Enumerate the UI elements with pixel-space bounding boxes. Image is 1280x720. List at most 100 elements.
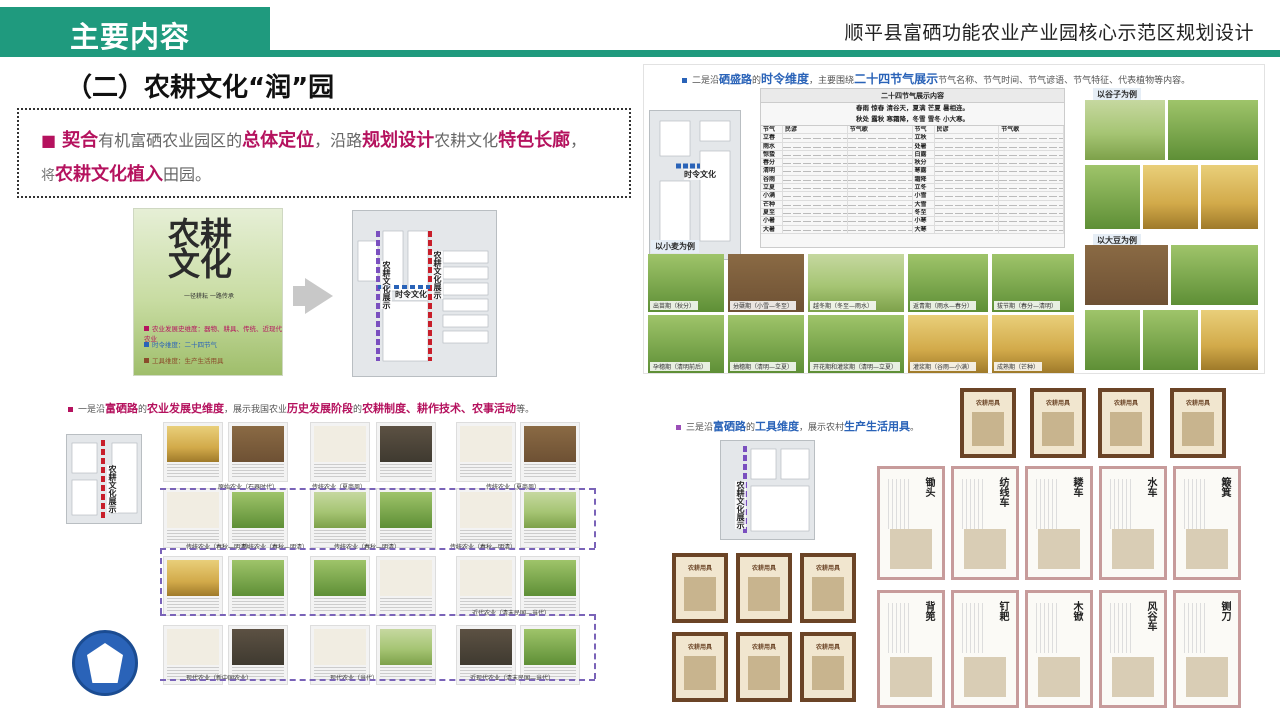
intro-text: 将 [41, 168, 55, 184]
tool-image [972, 412, 1004, 446]
table-row: 清明 [761, 167, 913, 176]
tool-frame-title: 农耕用具 [687, 644, 712, 651]
wheat-stage-photo: 越冬期（冬至—雨水） [808, 254, 904, 312]
term-song [999, 184, 1064, 192]
term-song [999, 150, 1064, 159]
term-name: 秋分 [913, 159, 935, 167]
history-image [314, 560, 366, 596]
history-image [380, 426, 432, 462]
tool-image [748, 577, 780, 611]
term-song [847, 208, 913, 217]
term-song [999, 200, 1064, 208]
tool-description [1184, 479, 1206, 529]
site-plan: 农耕文化展示 农耕文化展示 时令文化 [352, 210, 497, 377]
solar-panel-caption: 二是沿硒盛路的时令维度，主要围绕二十四节气展示节气名称、节气时间、节气谚语、节气… [682, 70, 1190, 87]
history-image [380, 629, 432, 665]
term-name: 冬至 [913, 208, 935, 217]
table-row: 夏至 [761, 208, 913, 218]
poster-legend-2: 时令维度：二十四节气 [144, 339, 217, 349]
soy-photo [1171, 245, 1258, 305]
poster-subtitle: 一径耕耘 一路传承 [184, 293, 234, 300]
term-proverb [783, 159, 848, 167]
history-text [524, 530, 576, 544]
tool-card: 簸箕 [1173, 466, 1241, 580]
term-proverb [934, 200, 1000, 208]
tool-image [890, 657, 932, 697]
wheat-stage-photo: 出苗期（秋分） [648, 254, 724, 312]
term-name: 谷雨 [761, 175, 783, 184]
tool-frame-title: 农耕用具 [975, 400, 1000, 407]
table-row: 小满 [761, 192, 913, 201]
tool-image [1112, 529, 1154, 569]
tool-image [964, 657, 1006, 697]
table-row: 春分 [761, 159, 913, 168]
term-song [847, 167, 913, 175]
wheat-stage-caption: 拔节期（春分—清明） [994, 301, 1061, 310]
tool-description [1184, 603, 1206, 653]
history-card [520, 422, 580, 482]
solar-terms-table: 二十四节气展示内容 春雨 惊春 清谷天，夏满 芒夏 暑相连。 秋处 露秋 寒霜降… [760, 88, 1065, 248]
table-rows: 节气 民谚 节气歌 节气 民谚 节气歌 立春 立秋 雨水 处暑 惊蛰 白露 春分 秋分 清明 寒露 谷雨 霜降 立夏… [761, 126, 1064, 234]
history-image [314, 426, 366, 462]
table-header-cell: 民谚 [783, 126, 848, 134]
tools-site-plan: 农耕文化展示 [720, 440, 815, 540]
tool-name: 簸箕 [1219, 477, 1230, 497]
tool-image [1182, 412, 1214, 446]
term-proverb [783, 200, 848, 208]
timeline-path [160, 548, 162, 614]
history-image [232, 492, 284, 528]
term-proverb [934, 134, 1000, 142]
timeline-path [594, 488, 596, 548]
history-text [167, 598, 219, 612]
table-row: 小暑 [761, 217, 913, 226]
history-image [314, 629, 366, 665]
intro-em: 规划设计 [362, 130, 435, 151]
intro-text: 有机富硒农业园区的 [98, 131, 243, 150]
table-row: 立冬 [912, 184, 1064, 193]
history-card [163, 488, 223, 548]
history-card [163, 422, 223, 482]
term-song [847, 150, 913, 159]
timeline-path [160, 614, 595, 616]
tool-frame: 农耕用具 [1098, 388, 1154, 458]
wheat-stage-photo: 成熟期（芒种） [992, 315, 1074, 373]
tool-frame-title: 农耕用具 [687, 565, 712, 572]
history-card [376, 625, 436, 685]
table-row: 小雪 [912, 192, 1064, 201]
term-proverb [934, 159, 1000, 167]
grain-photo [1201, 165, 1258, 229]
tool-image [748, 656, 780, 690]
term-name: 霜降 [913, 175, 935, 184]
term-song [999, 225, 1064, 233]
term-name: 春分 [761, 159, 783, 167]
tool-name: 纺线车 [997, 477, 1008, 507]
table-row: 秋分 [912, 159, 1064, 168]
history-card [456, 422, 516, 482]
intro-text: 农耕文化 [434, 131, 499, 150]
tool-image [1042, 412, 1074, 446]
term-name: 小寒 [913, 217, 935, 225]
table-header-row: 节气 民谚 节气歌 [761, 126, 913, 135]
tool-description [962, 479, 984, 529]
tool-image [1186, 529, 1228, 569]
grain-photo [1085, 165, 1140, 229]
table-header-cell: 节气歌 [999, 126, 1064, 134]
table-header-cell: 节气 [761, 126, 783, 134]
solar-site-plan-drawing [650, 111, 740, 259]
term-song [847, 184, 913, 192]
timeline-path [160, 679, 595, 681]
table-header-cell: 节气歌 [848, 126, 913, 134]
history-card [520, 556, 580, 616]
term-song [999, 175, 1064, 184]
intro-text: ，沿路 [314, 131, 363, 150]
tool-frame: 农耕用具 [672, 553, 728, 623]
wheat-stage-photo: 抽穗期（清明—立夏） [728, 315, 804, 373]
history-text [524, 464, 576, 478]
history-image [167, 560, 219, 596]
history-image [314, 492, 366, 528]
table-title: 二十四节气展示内容 [761, 89, 1064, 103]
wheat-stage-photo: 孕穗期（清明前后） [648, 315, 724, 373]
map-label-timeline: 时令文化 [684, 169, 716, 180]
history-image [524, 629, 576, 665]
wheat-stage-photo: 分蘖期（小雪—冬至） [728, 254, 804, 312]
